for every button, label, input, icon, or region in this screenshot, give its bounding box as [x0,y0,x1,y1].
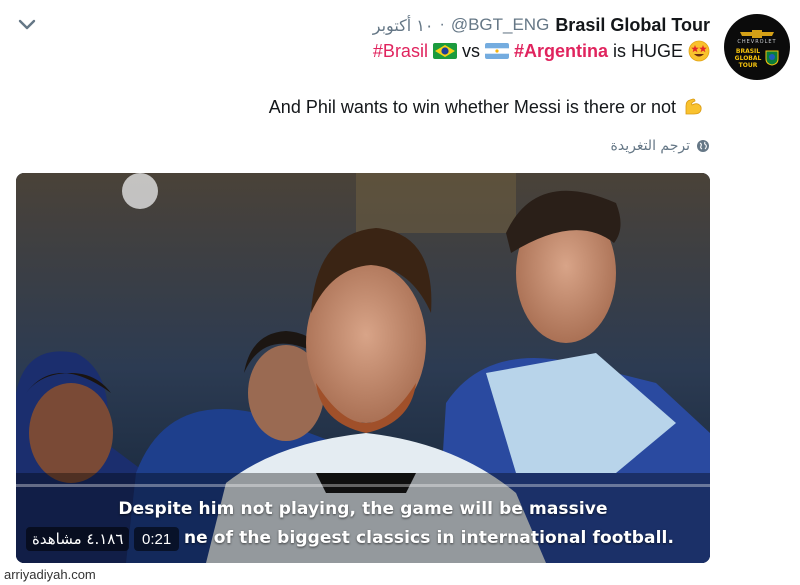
display-name[interactable]: Brasil Global Tour [555,15,710,36]
flexed-biceps-emoji-icon [682,96,704,118]
video-progress-bar[interactable] [16,484,710,487]
argentina-flag-icon [484,43,509,59]
tweet-text-line-1: #Brasil vs #Argentina is HUGE [373,38,710,64]
star-struck-emoji-icon [688,40,710,62]
video-time-badge: 0:21 [134,527,180,551]
translate-tweet-link[interactable]: ترجم التغريدة [611,136,710,156]
watermark-text: arriyadiyah.com [4,567,96,582]
tweet-body-text: And Phil wants to win whether Messi is t… [268,96,676,117]
avatar-logo-text: BRASIL GLOBAL TOUR [734,47,762,69]
hashtag-brasil[interactable]: #Brasil [373,41,428,62]
avatar-sponsor: CHEVROLET [737,38,777,45]
avatar[interactable]: CHEVROLET BRASIL GLOBAL TOUR [724,14,790,80]
brazil-flag-icon [432,43,457,59]
translate-label: ترجم التغريدة [610,138,690,154]
tweet-header: ١٠ أكتوبر · @BGT_ENG Brasil Global Tour [373,14,710,36]
video-subtitle-line-1: Despite him not playing, the game will b… [118,499,608,519]
chevrolet-bowtie-icon [740,29,774,38]
tweet-date[interactable]: ١٠ أكتوبر [373,16,434,35]
tweet-text-line-2: And Phil wants to win whether Messi is t… [269,94,704,120]
vs-text: vs [461,40,480,61]
hashtag-argentina[interactable]: #Argentina [514,41,608,62]
tweet-card: CHEVROLET BRASIL GLOBAL TOUR ١٠ أكتوبر ·… [0,0,800,570]
view-count-badge: ٤.١٨٦ مشاهدة [26,527,130,551]
tweet-text-huge: is HUGE [612,40,683,61]
separator-dot: · [439,16,445,33]
user-handle[interactable]: @BGT_ENG [451,15,550,35]
chevron-down-icon[interactable] [16,14,38,36]
video-player[interactable]: Despite him not playing, the game will b… [16,173,710,563]
globe-icon [697,140,709,152]
cbf-crest-icon [765,50,779,66]
